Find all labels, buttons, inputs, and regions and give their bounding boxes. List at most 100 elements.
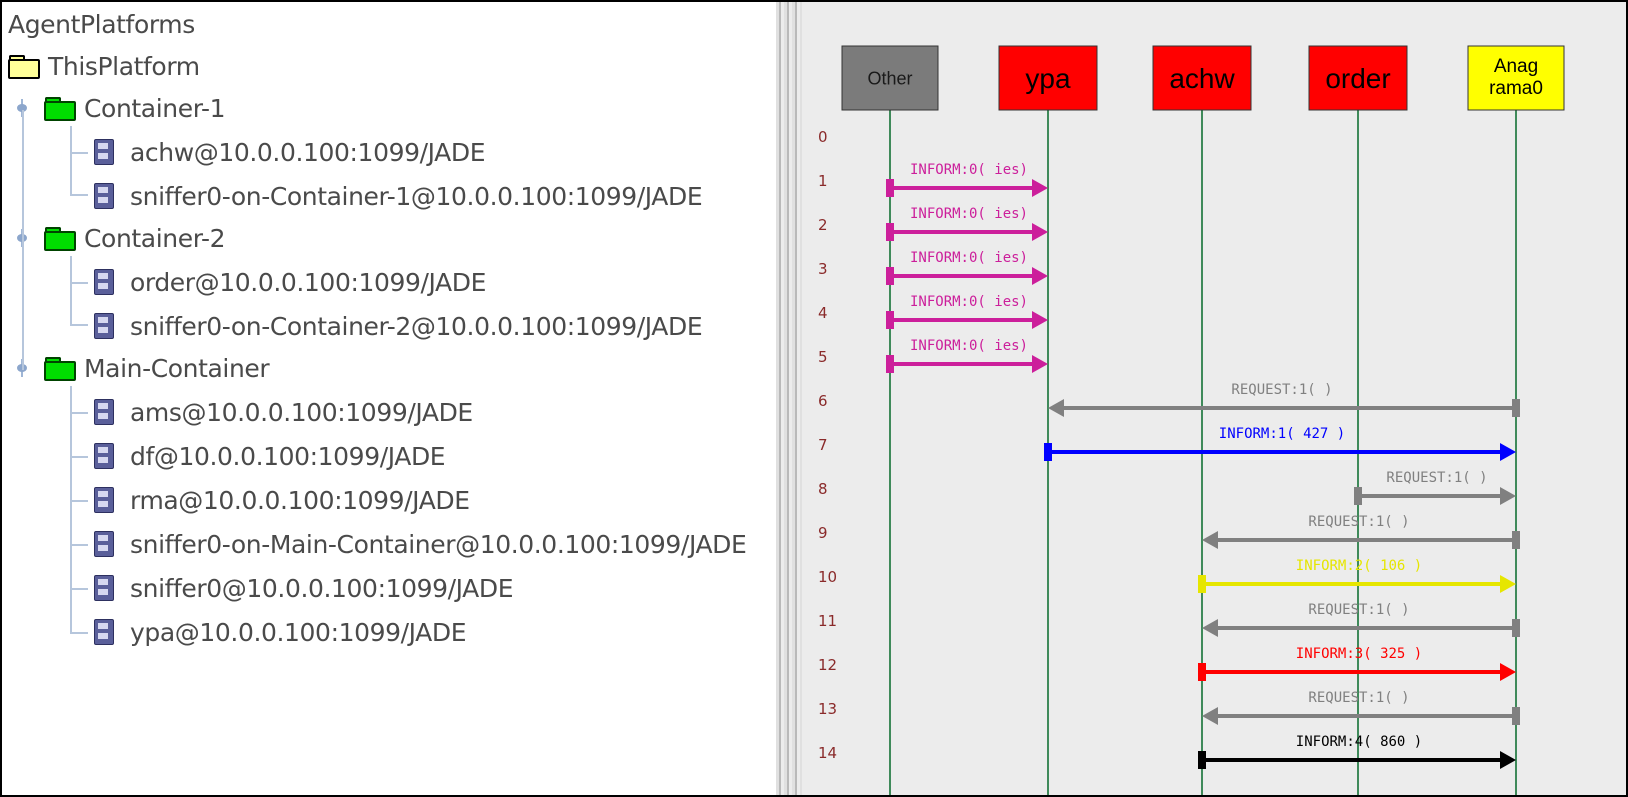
tree-connector xyxy=(70,194,88,196)
agent-label: Other xyxy=(867,68,912,88)
tree-connector xyxy=(70,412,88,414)
tree-agent[interactable]: ams@10.0.0.100:1099/JADE xyxy=(94,394,473,430)
message-label: REQUEST:1( ) xyxy=(1308,514,1409,530)
agent-label: df@10.0.0.100:1099/JADE xyxy=(130,441,446,471)
tree-connector xyxy=(70,256,72,324)
container-label: Main-Container xyxy=(84,353,270,383)
row-number: 9 xyxy=(818,524,828,542)
arrowhead xyxy=(1500,487,1516,505)
agent-label: order@10.0.0.100:1099/JADE xyxy=(130,267,486,297)
agent-label: Anag xyxy=(1494,56,1538,77)
agent-label: ypa xyxy=(1025,63,1071,94)
tree-connector xyxy=(70,632,88,634)
agent-icon xyxy=(94,531,114,557)
agent-label: achw@10.0.0.100:1099/JADE xyxy=(130,137,486,167)
tree-agent[interactable]: rma@10.0.0.100:1099/JADE xyxy=(94,482,470,518)
agent-label: achw xyxy=(1169,63,1235,94)
message-label: INFORM:0( ies) xyxy=(910,338,1028,354)
tree-connector xyxy=(70,282,88,284)
message-label: INFORM:4( 860 ) xyxy=(1296,734,1422,750)
arrowhead xyxy=(1202,707,1218,725)
agent-label: rma@10.0.0.100:1099/JADE xyxy=(130,485,470,515)
tree-agent[interactable]: achw@10.0.0.100:1099/JADE xyxy=(94,134,485,170)
row-number: 10 xyxy=(818,568,837,586)
arrowhead xyxy=(1202,619,1218,637)
message-anchor xyxy=(886,179,894,197)
agent-icon xyxy=(94,139,114,165)
tree-connector xyxy=(70,386,72,632)
message-label: INFORM:0( ies) xyxy=(910,206,1028,222)
message-anchor xyxy=(1512,707,1520,725)
row-number: 7 xyxy=(818,436,828,454)
tree-container-1[interactable]: Container-1 xyxy=(16,90,226,126)
row-number: 3 xyxy=(818,260,828,278)
message-label: INFORM:1( 427 ) xyxy=(1219,426,1345,442)
row-number: 8 xyxy=(818,480,828,498)
tree-main-container[interactable]: Main-Container xyxy=(16,350,270,386)
arrowhead xyxy=(1500,443,1516,461)
arrowhead xyxy=(1202,531,1218,549)
window-frame: AgentPlatforms ThisPlatform Container-1 … xyxy=(0,0,1628,797)
tree-root[interactable]: AgentPlatforms xyxy=(8,6,195,42)
tree-connector xyxy=(70,126,72,194)
agent-icon xyxy=(94,575,114,601)
row-number: 4 xyxy=(818,304,828,322)
tree-connector xyxy=(70,544,88,546)
tree-agent[interactable]: df@10.0.0.100:1099/JADE xyxy=(94,438,446,474)
tree-connector xyxy=(70,500,88,502)
folder-icon xyxy=(44,227,76,251)
message-anchor xyxy=(886,311,894,329)
message-sequence-diagram: Other ypa achw order Anagrama001234567891011… xyxy=(818,45,1565,795)
message-label: INFORM:0( ies) xyxy=(910,294,1028,310)
arrowhead xyxy=(1048,399,1064,417)
message-label: REQUEST:1( ) xyxy=(1308,690,1409,706)
tree-agent[interactable]: sniffer0-on-Container-1@10.0.0.100:1099/… xyxy=(94,178,703,214)
tree-agent[interactable]: order@10.0.0.100:1099/JADE xyxy=(94,264,486,300)
tree-root-label: AgentPlatforms xyxy=(8,9,195,39)
arrowhead xyxy=(1032,355,1048,373)
folder-icon xyxy=(44,357,76,381)
arrowhead xyxy=(1500,575,1516,593)
agent-label: sniffer0-on-Container-1@10.0.0.100:1099/… xyxy=(130,181,703,211)
message-anchor xyxy=(1044,443,1052,461)
row-number: 2 xyxy=(818,216,828,234)
tree-agent[interactable]: sniffer0@10.0.0.100:1099/JADE xyxy=(94,570,514,606)
message-label: REQUEST:1( ) xyxy=(1308,602,1409,618)
agent-label: ypa@10.0.0.100:1099/JADE xyxy=(130,617,467,647)
agent-icon xyxy=(94,619,114,645)
message-anchor xyxy=(1198,663,1206,681)
agent-icon xyxy=(94,399,114,425)
tree-connector xyxy=(70,324,88,326)
container-label: Container-2 xyxy=(84,223,226,253)
tree-platform-node[interactable]: ThisPlatform xyxy=(8,48,200,84)
agent-tree-panel[interactable]: AgentPlatforms ThisPlatform Container-1 … xyxy=(2,2,802,795)
tree-connector xyxy=(70,588,88,590)
message-label: INFORM:2( 106 ) xyxy=(1296,558,1422,574)
agent-label: sniffer0@10.0.0.100:1099/JADE xyxy=(130,573,514,603)
tree-connector xyxy=(70,456,88,458)
tree-agent[interactable]: sniffer0-on-Main-Container@10.0.0.100:10… xyxy=(94,526,747,562)
message-anchor xyxy=(1198,751,1206,769)
row-number: 14 xyxy=(818,744,837,762)
tree-agent[interactable]: sniffer0-on-Container-2@10.0.0.100:1099/… xyxy=(94,308,703,344)
arrowhead xyxy=(1032,267,1048,285)
agent-icon xyxy=(94,487,114,513)
message-anchor xyxy=(1198,575,1206,593)
agent-label: sniffer0-on-Container-2@10.0.0.100:1099/… xyxy=(130,311,703,341)
message-anchor xyxy=(1512,399,1520,417)
platform-label: ThisPlatform xyxy=(48,51,200,81)
sniffer-canvas[interactable]: Other ypa achw order Anag rama0 0 1 2 3 4 5 6 7 8 9 10 11… xyxy=(802,2,1626,795)
message-anchor xyxy=(886,267,894,285)
row-number: 13 xyxy=(818,700,837,718)
message-anchor xyxy=(886,223,894,241)
arrowhead xyxy=(1032,179,1048,197)
arrowhead xyxy=(1500,663,1516,681)
tree-agent[interactable]: ypa@10.0.0.100:1099/JADE xyxy=(94,614,467,650)
tree-container-2[interactable]: Container-2 xyxy=(16,220,226,256)
agent-label: sniffer0-on-Main-Container@10.0.0.100:10… xyxy=(130,529,747,559)
row-number: 6 xyxy=(818,392,828,410)
row-number: 11 xyxy=(818,612,837,630)
tree-connector xyxy=(70,152,88,154)
row-number: 12 xyxy=(818,656,837,674)
panel-splitter[interactable] xyxy=(776,2,802,795)
